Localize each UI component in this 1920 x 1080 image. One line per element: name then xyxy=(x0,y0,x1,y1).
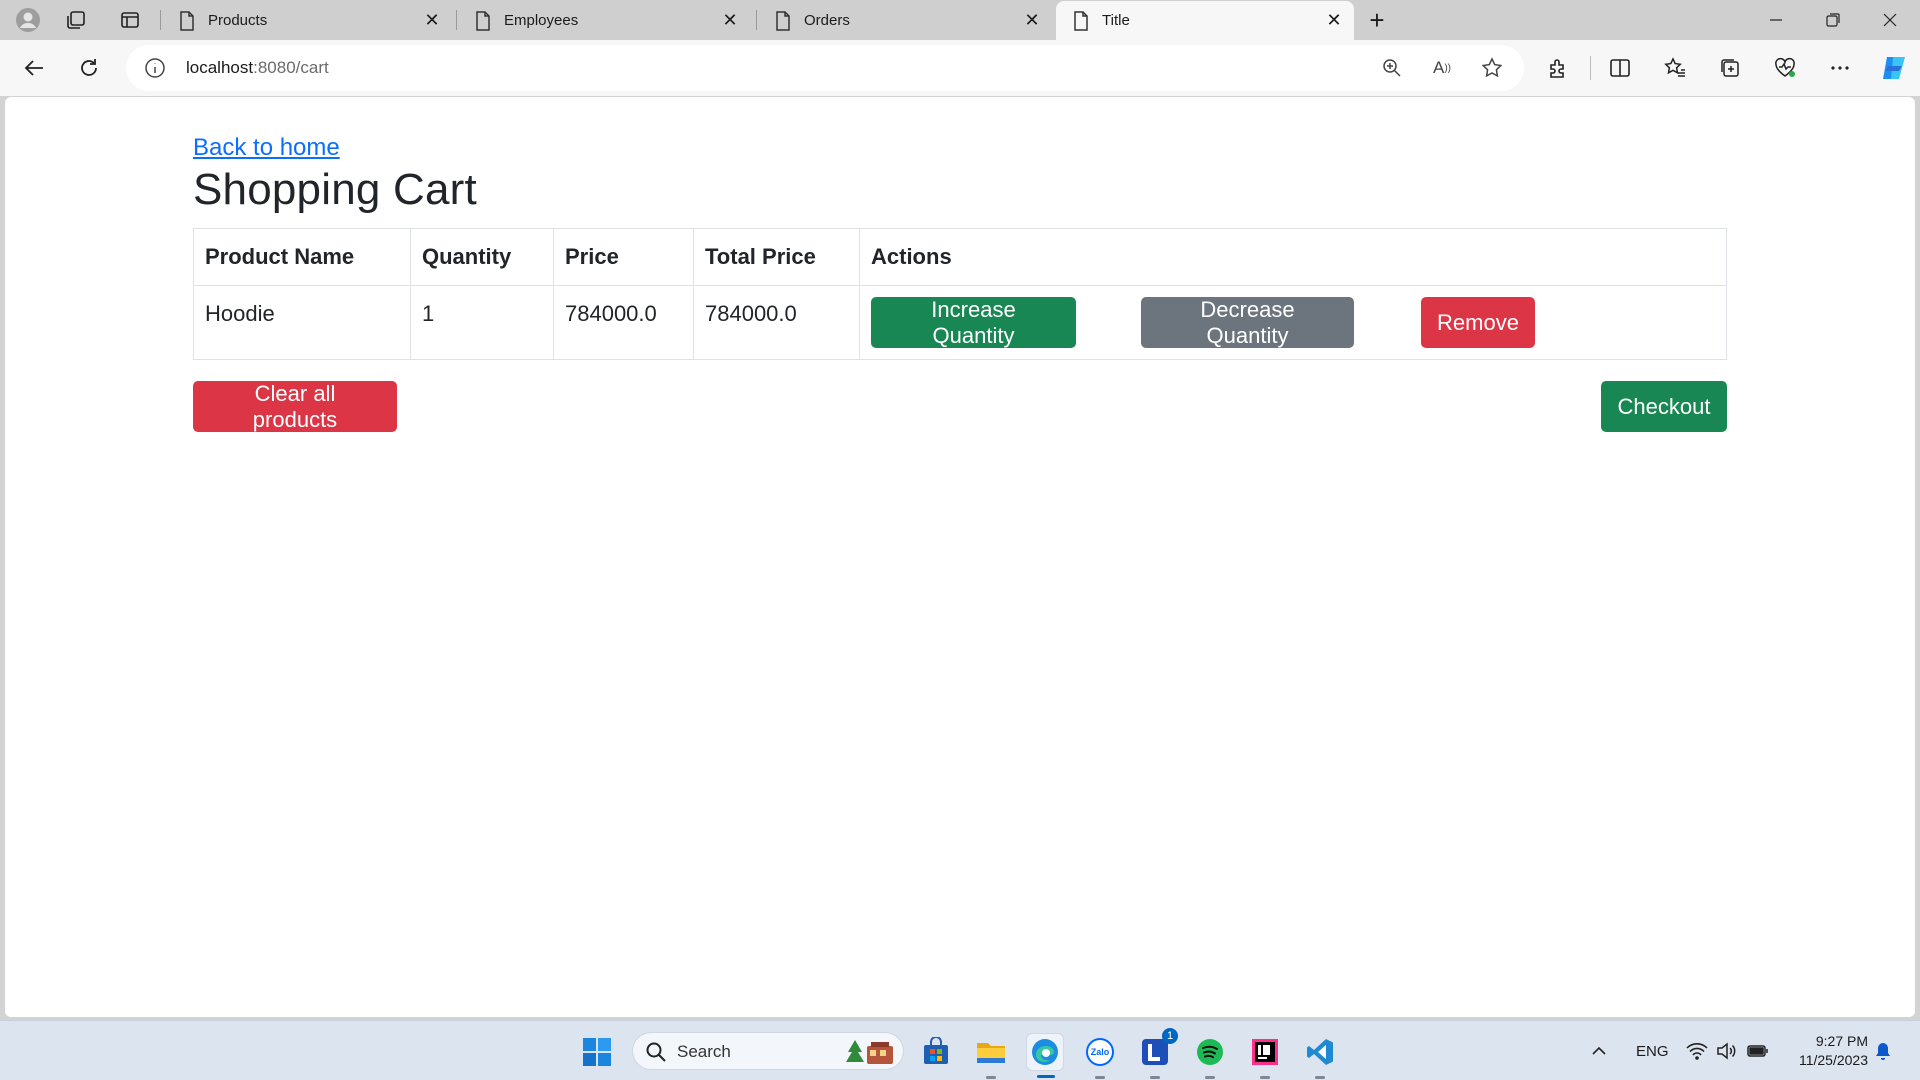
cart-table: Product Name Quantity Price Total Price … xyxy=(193,228,1727,360)
tab-label: Orders xyxy=(804,12,850,29)
notification-bell-icon[interactable] xyxy=(1874,1033,1892,1069)
url-text: localhost:8080/cart xyxy=(186,58,329,78)
back-arrow-icon[interactable] xyxy=(15,49,53,87)
browser-essentials-icon[interactable] xyxy=(1771,54,1799,82)
language-indicator[interactable]: ENG xyxy=(1636,1033,1669,1069)
search-highlight-icon xyxy=(845,1038,895,1066)
close-tab-icon[interactable]: ✕ xyxy=(720,10,740,30)
tab-actions-icon[interactable] xyxy=(114,5,146,35)
tab-employees[interactable]: Employees ✕ xyxy=(458,1,750,40)
tab-title-active[interactable]: Title ✕ xyxy=(1056,1,1354,40)
page-icon xyxy=(772,10,794,32)
tab-orders[interactable]: Orders ✕ xyxy=(758,1,1052,40)
remove-button[interactable]: Remove xyxy=(1421,297,1535,348)
cell-total-price: 784000.0 xyxy=(693,285,860,360)
url-host: localhost xyxy=(186,58,254,77)
increase-quantity-button[interactable]: Increase Quantity xyxy=(871,297,1076,348)
collections-icon[interactable] xyxy=(1716,54,1744,82)
browser-toolbar: localhost:8080/cart A)) xyxy=(0,40,1920,96)
taskbar-search-box[interactable]: Search xyxy=(632,1032,904,1070)
favorite-star-icon[interactable] xyxy=(1480,56,1504,80)
page-icon xyxy=(1070,10,1092,32)
close-tab-icon[interactable]: ✕ xyxy=(1324,10,1344,30)
clear-all-products-button[interactable]: Clear all products xyxy=(193,381,397,432)
battery-icon[interactable] xyxy=(1746,1033,1770,1069)
clock-time: 9:27 PM xyxy=(1815,1033,1868,1049)
spotify-icon[interactable] xyxy=(1191,1033,1229,1079)
taskbar: Search Zalo 1 ENG 9:27 PM 11/25/2023 xyxy=(0,1020,1920,1080)
volume-icon[interactable] xyxy=(1716,1033,1738,1069)
page-title: Shopping Cart xyxy=(193,165,477,214)
new-tab-icon[interactable]: + xyxy=(1362,4,1392,36)
close-tab-icon[interactable]: ✕ xyxy=(1022,10,1042,30)
system-clock[interactable]: 9:27 PM 11/25/2023 xyxy=(1788,1032,1868,1070)
checkout-button[interactable]: Checkout xyxy=(1601,381,1727,432)
split-screen-icon[interactable] xyxy=(1606,54,1634,82)
read-aloud-icon[interactable]: A)) xyxy=(1430,56,1454,80)
close-tab-icon[interactable]: ✕ xyxy=(422,10,442,30)
restore-icon[interactable] xyxy=(1805,0,1861,40)
edge-browser-icon[interactable] xyxy=(1026,1033,1064,1078)
zalo-icon[interactable]: Zalo xyxy=(1081,1033,1119,1079)
intellij-idea-icon[interactable] xyxy=(1246,1033,1284,1079)
more-options-icon[interactable] xyxy=(1826,54,1854,82)
tab-products[interactable]: Products ✕ xyxy=(162,1,452,40)
header-actions: Actions xyxy=(859,228,1727,286)
header-quantity: Quantity xyxy=(410,228,554,286)
search-icon xyxy=(645,1041,667,1063)
header-product-name: Product Name xyxy=(193,228,411,286)
cell-product-name: Hoodie xyxy=(193,285,411,360)
vscode-icon[interactable] xyxy=(1301,1033,1339,1079)
tab-label: Title xyxy=(1102,12,1130,29)
web-page: Back to home Shopping Cart Product Name … xyxy=(5,97,1915,1017)
cell-price: 784000.0 xyxy=(553,285,694,360)
wifi-icon[interactable] xyxy=(1686,1033,1708,1069)
table-row: Hoodie 1 784000.0 784000.0 Increase Quan… xyxy=(193,285,1727,360)
url-path: :8080/cart xyxy=(253,58,329,77)
clock-date: 11/25/2023 xyxy=(1798,1052,1868,1068)
workspaces-icon[interactable] xyxy=(60,5,92,35)
cell-actions: Increase Quantity Decrease Quantity Remo… xyxy=(859,285,1727,360)
header-total-price: Total Price xyxy=(693,228,860,286)
tab-strip: Products ✕ Employees ✕ Orders ✕ Title ✕ … xyxy=(0,0,1920,40)
cell-quantity: 1 xyxy=(410,285,554,360)
decrease-quantity-button[interactable]: Decrease Quantity xyxy=(1141,297,1354,348)
file-explorer-icon[interactable] xyxy=(972,1033,1010,1079)
header-price: Price xyxy=(553,228,694,286)
favorites-icon[interactable] xyxy=(1661,54,1689,82)
page-icon xyxy=(472,10,494,32)
microsoft-store-icon[interactable] xyxy=(917,1033,955,1071)
extensions-icon[interactable] xyxy=(1544,54,1572,82)
minimize-icon[interactable] xyxy=(1748,0,1804,40)
copilot-icon[interactable] xyxy=(1878,54,1910,82)
tab-label: Products xyxy=(208,12,268,29)
address-bar[interactable]: localhost:8080/cart A)) xyxy=(126,45,1524,91)
zalo-label: Zalo xyxy=(1090,1047,1110,1057)
tab-label: Employees xyxy=(504,12,579,29)
refresh-icon[interactable] xyxy=(70,49,108,87)
back-to-home-link[interactable]: Back to home xyxy=(193,134,340,162)
site-info-icon[interactable] xyxy=(144,57,166,79)
notification-badge: 1 xyxy=(1162,1028,1178,1044)
table-header-row: Product Name Quantity Price Total Price … xyxy=(193,228,1727,286)
windows-start-icon[interactable] xyxy=(582,1037,612,1067)
zoom-icon[interactable] xyxy=(1380,56,1404,80)
l-app-icon[interactable]: 1 xyxy=(1136,1028,1178,1079)
page-icon xyxy=(176,10,198,32)
search-label: Search xyxy=(677,1042,731,1061)
close-window-icon[interactable] xyxy=(1862,0,1918,40)
profile-avatar-icon[interactable] xyxy=(12,5,44,35)
show-hidden-icons-chevron-icon[interactable] xyxy=(1590,1033,1608,1069)
